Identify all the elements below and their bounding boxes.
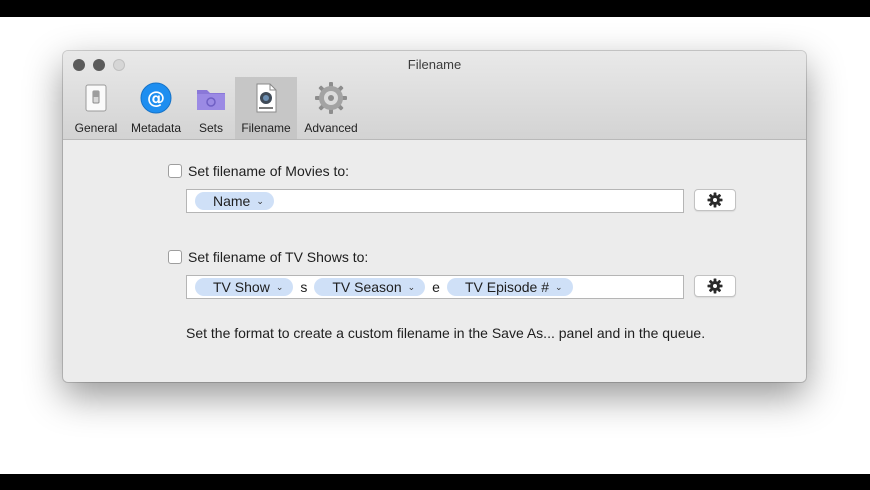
window-title: Filename: [407, 57, 462, 72]
token-tv-episode[interactable]: TV Episode # ⌄: [446, 278, 573, 296]
chevron-down-icon: ⌄: [407, 281, 416, 292]
token-separator: s: [300, 279, 308, 295]
movies-token-options-button[interactable]: [694, 189, 736, 211]
tv-filename-label: Set filename of TV Shows to:: [188, 249, 369, 265]
tab-general-label: General: [74, 121, 118, 135]
document-icon: [249, 81, 283, 115]
folder-icon: [194, 81, 228, 115]
token-name[interactable]: Name ⌄: [195, 192, 274, 210]
movies-filename-option[interactable]: Set filename of Movies to:: [168, 163, 349, 179]
tab-metadata[interactable]: @ Metadata: [125, 77, 187, 139]
token-tv-show[interactable]: TV Show ⌄: [195, 278, 294, 296]
switch-icon: [79, 81, 113, 115]
help-text: Set the format to create a custom filena…: [186, 325, 706, 341]
token-separator: e: [432, 279, 440, 295]
token-tv-season[interactable]: TV Season ⌄: [314, 278, 426, 296]
gear-icon: [707, 192, 723, 208]
tab-filename-label: Filename: [241, 121, 291, 135]
tv-filename-token-field[interactable]: TV Show ⌄ s TV Season ⌄ e TV Episode # ⌄: [186, 275, 684, 299]
tv-filename-option[interactable]: Set filename of TV Shows to:: [168, 249, 368, 265]
tv-filename-checkbox[interactable]: [168, 250, 182, 264]
movies-filename-label: Set filename of Movies to:: [188, 163, 350, 179]
svg-text:@: @: [147, 88, 165, 109]
tab-sets-label: Sets: [198, 121, 223, 135]
at-sign-icon: @: [139, 81, 173, 115]
tab-metadata-label: Metadata: [130, 121, 182, 135]
tab-filename[interactable]: Filename: [235, 77, 297, 139]
preferences-window: Filename General @ Metadata Sets Filenam…: [63, 51, 806, 382]
chevron-down-icon: ⌄: [555, 281, 563, 292]
tab-advanced[interactable]: Advanced: [299, 77, 363, 139]
movies-filename-token-field[interactable]: Name ⌄: [186, 189, 684, 213]
tab-general[interactable]: General: [69, 77, 123, 139]
chevron-down-icon: ⌄: [256, 195, 264, 206]
letterbox-bottom: [0, 474, 870, 490]
gear-icon: [314, 81, 348, 115]
chevron-down-icon: ⌄: [275, 281, 284, 292]
tab-sets[interactable]: Sets: [189, 77, 233, 139]
movies-filename-checkbox[interactable]: [168, 164, 182, 178]
gear-icon: [707, 278, 723, 294]
tv-token-options-button[interactable]: [694, 275, 736, 297]
letterbox-top: [0, 0, 870, 17]
window-toolbar: Filename General @ Metadata Sets Filenam…: [63, 51, 806, 140]
tab-advanced-label: Advanced: [304, 121, 358, 135]
